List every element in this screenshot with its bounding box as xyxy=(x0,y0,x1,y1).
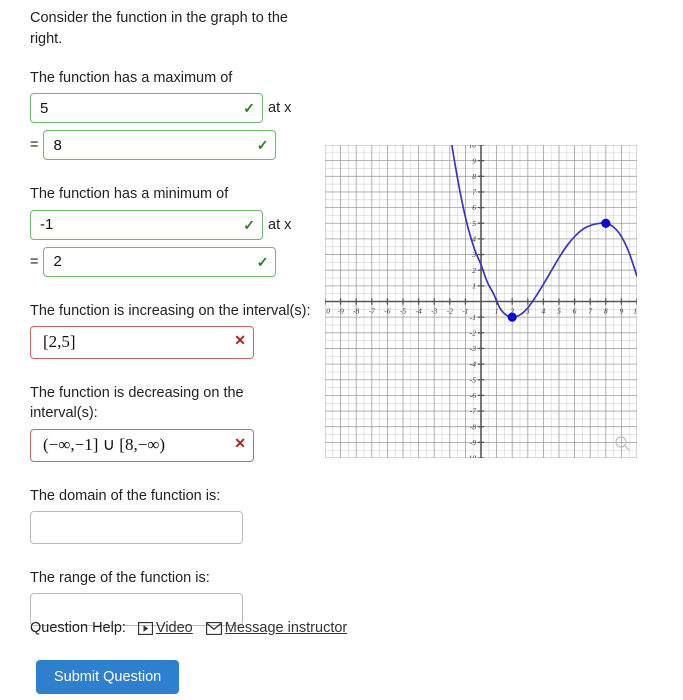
svg-text:10: 10 xyxy=(633,307,637,316)
maximum-x-text: 8 xyxy=(53,136,62,154)
check-icon: ✓ xyxy=(243,100,255,117)
maximum-value-input[interactable]: 5 ✓ xyxy=(30,93,263,124)
increasing-row: [2,5] ✕ xyxy=(30,325,315,359)
maximum-at-x-label: at x xyxy=(268,100,292,117)
svg-text:9: 9 xyxy=(472,156,476,165)
svg-text:2: 2 xyxy=(472,266,476,275)
decreasing-row: (−∞,−1] ∪ [8,−∞) ✕ xyxy=(30,428,315,462)
envelope-icon xyxy=(205,621,222,635)
svg-text:-5: -5 xyxy=(470,375,476,384)
svg-text:7: 7 xyxy=(472,188,476,197)
svg-text:-4: -4 xyxy=(470,360,476,369)
question-help-label: Question Help: xyxy=(30,620,126,636)
svg-text:1: 1 xyxy=(472,281,476,290)
check-icon: ✓ xyxy=(256,137,269,154)
play-button-icon xyxy=(137,621,154,635)
cross-icon: ✕ xyxy=(234,437,246,453)
check-icon: ✓ xyxy=(243,216,255,233)
minimum-x-row: = 2 ✓ xyxy=(30,246,315,277)
maximum-value-row: 5 ✓ at x xyxy=(30,93,315,124)
maximum-point xyxy=(601,218,611,228)
minimum-value-row: -1 ✓ at x xyxy=(30,209,315,240)
svg-text:6: 6 xyxy=(472,203,476,212)
svg-text:-2: -2 xyxy=(470,328,476,337)
maximum-x-row: = 8 ✓ xyxy=(30,130,315,161)
svg-text:-9: -9 xyxy=(470,438,476,447)
svg-text:-3: -3 xyxy=(431,307,437,316)
domain-label: The domain of the function is: xyxy=(30,487,221,504)
svg-text:-8: -8 xyxy=(470,422,476,431)
video-help-label: Video xyxy=(155,620,193,636)
minimum-value-input[interactable]: -1 ✓ xyxy=(30,209,263,240)
svg-text:-6: -6 xyxy=(470,391,476,400)
svg-text:8: 8 xyxy=(472,172,476,181)
svg-text:8: 8 xyxy=(604,307,608,316)
minimum-label: The function has a minimum of xyxy=(30,186,229,203)
increasing-interval-text: [2,5] xyxy=(43,332,76,352)
svg-text:9: 9 xyxy=(620,307,624,316)
graph-canvas[interactable]: -10-9-8-7-6-5-4-3-2-112345678910-10-9-8-… xyxy=(325,145,637,458)
svg-text:10: 10 xyxy=(469,145,477,150)
domain-row xyxy=(30,510,315,544)
svg-text:5: 5 xyxy=(557,307,561,316)
svg-text:7: 7 xyxy=(588,307,592,316)
function-graph[interactable]: -10-9-8-7-6-5-4-3-2-112345678910-10-9-8-… xyxy=(325,145,637,458)
minimum-point xyxy=(507,312,517,322)
svg-text:-5: -5 xyxy=(400,307,406,316)
svg-text:-3: -3 xyxy=(470,344,476,353)
video-help-link[interactable]: Video xyxy=(137,620,193,636)
question-panel: Consider the function in the graph to th… xyxy=(30,8,315,633)
svg-text:-6: -6 xyxy=(384,307,390,316)
svg-text:-2: -2 xyxy=(447,307,453,316)
svg-text:6: 6 xyxy=(573,307,577,316)
minimum-equals-sign: = xyxy=(30,253,39,270)
question-prompt: Consider the function in the graph to th… xyxy=(30,10,288,48)
svg-text:-7: -7 xyxy=(470,407,476,416)
question-help-row: Question Help: Video Message instructor xyxy=(30,620,360,636)
svg-text:-4: -4 xyxy=(415,307,421,316)
maximum-value-text: 5 xyxy=(40,99,49,117)
svg-text:5: 5 xyxy=(472,219,476,228)
svg-text:-8: -8 xyxy=(353,307,359,316)
range-label: The range of the function is: xyxy=(30,569,210,586)
decreasing-interval-text: (−∞,−1] ∪ [8,−∞) xyxy=(43,435,166,455)
maximum-x-input[interactable]: 8 ✓ xyxy=(43,130,277,161)
maximum-label: The function has a maximum of xyxy=(30,70,233,87)
submit-question-button[interactable]: Submit Question xyxy=(36,660,180,694)
svg-text:-7: -7 xyxy=(369,307,375,316)
minimum-at-x-label: at x xyxy=(268,216,292,233)
maximum-equals-sign: = xyxy=(30,137,39,154)
magnifier-icon xyxy=(615,436,630,451)
increasing-label: The function is increasing on the interv… xyxy=(30,302,311,319)
domain-input[interactable] xyxy=(30,510,243,544)
svg-text:4: 4 xyxy=(542,307,546,316)
svg-text:-1: -1 xyxy=(462,307,468,316)
message-instructor-link[interactable]: Message instructor xyxy=(205,620,348,636)
cross-icon: ✕ xyxy=(234,334,246,350)
increasing-interval-input[interactable]: [2,5] ✕ xyxy=(30,325,254,359)
svg-text:1: 1 xyxy=(495,307,499,316)
svg-text:-10: -10 xyxy=(325,307,330,316)
decreasing-interval-input[interactable]: (−∞,−1] ∪ [8,−∞) ✕ xyxy=(30,428,254,462)
minimum-value-text: -1 xyxy=(40,216,54,234)
decreasing-label: The function is decreasing on the interv… xyxy=(30,384,244,422)
minimum-x-text: 2 xyxy=(53,253,62,271)
check-icon: ✓ xyxy=(256,253,269,270)
minimum-x-input[interactable]: 2 ✓ xyxy=(43,246,277,277)
svg-text:-10: -10 xyxy=(466,454,476,458)
message-instructor-label: Message instructor xyxy=(224,620,348,636)
svg-text:-1: -1 xyxy=(470,313,476,322)
svg-text:-9: -9 xyxy=(337,307,343,316)
